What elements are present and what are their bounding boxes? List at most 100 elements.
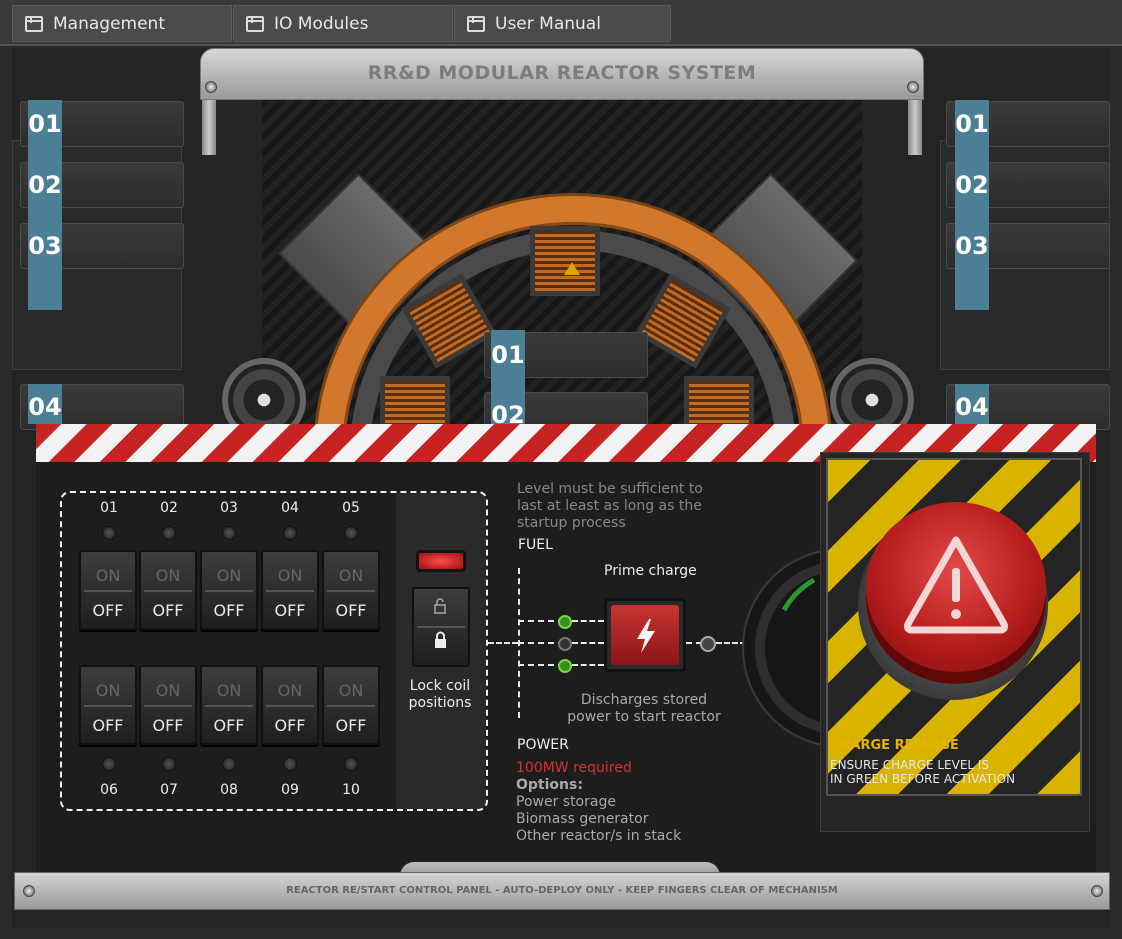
lightning-icon bbox=[637, 619, 655, 653]
status-led bbox=[283, 526, 297, 540]
switch-off-label: OFF bbox=[274, 601, 306, 620]
coil-switch-06[interactable]: ON OFF bbox=[79, 665, 137, 745]
slot-number: 03 bbox=[955, 232, 989, 260]
lock-indicator-lamp bbox=[416, 550, 466, 572]
tab-management[interactable]: Management bbox=[12, 5, 232, 42]
switch-off-label: OFF bbox=[213, 601, 245, 620]
switch-number: 04 bbox=[281, 500, 299, 516]
status-led bbox=[222, 526, 236, 540]
plate-support bbox=[908, 100, 922, 155]
fuel-led bbox=[558, 615, 572, 629]
coil-switch-04[interactable]: ON OFF bbox=[261, 550, 319, 630]
power-option: Power storage bbox=[516, 794, 616, 810]
output-led bbox=[700, 636, 716, 652]
status-led bbox=[102, 757, 116, 771]
switch-number: 06 bbox=[100, 782, 118, 798]
screw-icon bbox=[205, 81, 217, 93]
slot-number: 03 bbox=[28, 232, 62, 260]
lock-label-line: Lock coil bbox=[409, 678, 471, 694]
power-led bbox=[558, 659, 572, 673]
status-led bbox=[283, 757, 297, 771]
switch-on-label: ON bbox=[216, 566, 242, 585]
status-led bbox=[344, 526, 358, 540]
status-led bbox=[344, 757, 358, 771]
input-led bbox=[558, 637, 572, 651]
fuel-note-line: Level must be sufficient to bbox=[517, 481, 703, 497]
wire bbox=[488, 642, 518, 644]
tab-user-manual[interactable]: User Manual bbox=[454, 5, 671, 42]
prime-charge-button[interactable] bbox=[604, 598, 686, 672]
power-required: 100MW required bbox=[516, 760, 632, 776]
window-icon bbox=[25, 15, 43, 32]
screw-icon bbox=[1091, 885, 1103, 897]
switch-number: 01 bbox=[100, 500, 118, 516]
power-option: Other reactor/s in stack bbox=[516, 828, 682, 844]
screw-icon bbox=[907, 81, 919, 93]
switch-on-label: ON bbox=[155, 566, 181, 585]
coil-switch-10[interactable]: ON OFF bbox=[322, 665, 380, 745]
charge-release-button[interactable] bbox=[866, 502, 1046, 672]
switch-on-label: ON bbox=[338, 681, 364, 700]
coil-top bbox=[530, 226, 600, 296]
slot-number: 04 bbox=[955, 393, 989, 421]
window-icon bbox=[467, 15, 485, 32]
fuel-note-line: startup process bbox=[517, 515, 626, 531]
status-led bbox=[222, 757, 236, 771]
switch-on-label: ON bbox=[277, 681, 303, 700]
slot-number: 01 bbox=[955, 110, 989, 138]
power-options-label: Options: bbox=[516, 777, 583, 793]
reactor-title-plate: RR&D MODULAR REACTOR SYSTEM bbox=[200, 48, 924, 100]
slot-number: 02 bbox=[28, 171, 62, 199]
tab-io-modules[interactable]: IO Modules bbox=[233, 5, 453, 42]
switch-off-label: OFF bbox=[92, 601, 124, 620]
charge-release-title: CHARGE RELEASE bbox=[830, 738, 959, 753]
slot-number: 02 bbox=[955, 171, 989, 199]
switch-number: 10 bbox=[342, 782, 360, 798]
tab-label: IO Modules bbox=[274, 13, 369, 34]
power-option: Biomass generator bbox=[516, 811, 649, 827]
fuel-note-line: last at least as long as the bbox=[517, 498, 702, 514]
charge-note-line: ENSURE CHARGE LEVEL IS bbox=[830, 758, 990, 772]
switch-number: 08 bbox=[220, 782, 238, 798]
tab-label: User Manual bbox=[495, 13, 601, 34]
switch-number: 03 bbox=[220, 500, 238, 516]
coil-switch-07[interactable]: ON OFF bbox=[139, 665, 197, 745]
coil-switch-08[interactable]: ON OFF bbox=[200, 665, 258, 745]
coil-switch-03[interactable]: ON OFF bbox=[200, 550, 258, 630]
footer-plate: REACTOR RE/START CONTROL PANEL - AUTO-DE… bbox=[14, 872, 1110, 910]
lock-coil-switch[interactable] bbox=[412, 587, 470, 667]
switch-on-label: ON bbox=[155, 681, 181, 700]
slot-number: 04 bbox=[28, 393, 62, 421]
coil-switch-01[interactable]: ON OFF bbox=[79, 550, 137, 630]
switch-on-label: ON bbox=[277, 566, 303, 585]
prime-description: Discharges stored power to start reactor bbox=[566, 692, 722, 726]
footer-text: REACTOR RE/START CONTROL PANEL - AUTO-DE… bbox=[286, 885, 838, 896]
switch-on-label: ON bbox=[216, 681, 242, 700]
switch-off-label: OFF bbox=[335, 601, 367, 620]
plate-support bbox=[202, 100, 216, 155]
switch-off-label: OFF bbox=[92, 716, 124, 735]
switch-off-label: OFF bbox=[152, 716, 184, 735]
lock-label-line: positions bbox=[408, 695, 472, 711]
coil-switch-05[interactable]: ON OFF bbox=[322, 550, 380, 630]
switch-number: 05 bbox=[342, 500, 360, 516]
power-label: POWER bbox=[517, 737, 569, 753]
wire bbox=[572, 642, 604, 644]
coil-switch-02[interactable]: ON OFF bbox=[139, 550, 197, 630]
switch-on-label: ON bbox=[338, 566, 364, 585]
switch-on-label: ON bbox=[95, 566, 121, 585]
tab-label: Management bbox=[53, 13, 165, 34]
prime-charge-label: Prime charge bbox=[604, 563, 697, 579]
window-icon bbox=[246, 15, 264, 32]
switch-off-label: OFF bbox=[152, 601, 184, 620]
switch-off-label: OFF bbox=[274, 716, 306, 735]
switch-number: 07 bbox=[160, 782, 178, 798]
prime-desc-line: Discharges stored bbox=[580, 692, 708, 708]
coil-switch-09[interactable]: ON OFF bbox=[261, 665, 319, 745]
status-led bbox=[162, 526, 176, 540]
slot-number: 01 bbox=[28, 110, 62, 138]
screw-icon bbox=[23, 885, 35, 897]
switch-number: 09 bbox=[281, 782, 299, 798]
wire bbox=[572, 664, 604, 666]
status-led bbox=[162, 757, 176, 771]
